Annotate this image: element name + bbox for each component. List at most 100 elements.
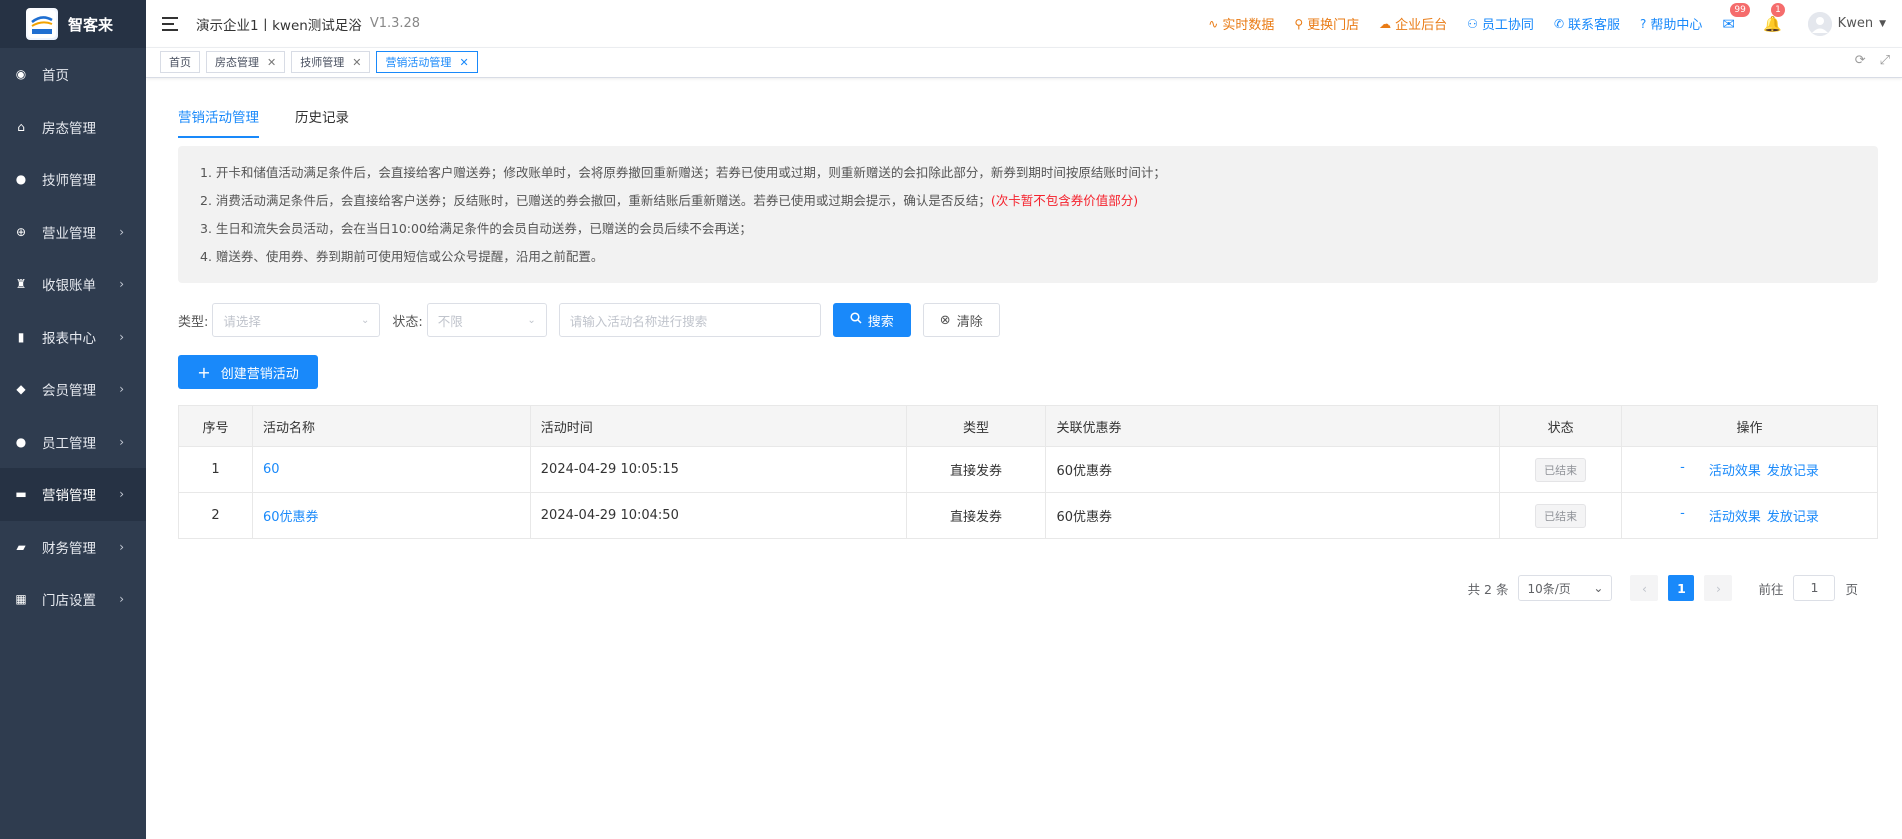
- notice-line-1: 1. 开卡和储值活动满足条件后，会直接给客户赠送券；修改账单时，会将原券撤回重新…: [200, 165, 1166, 180]
- money-bag-icon: ♜: [15, 277, 27, 292]
- cell-coupon: 60优惠券: [1045, 492, 1501, 539]
- goto-page-input[interactable]: 1: [1793, 575, 1836, 601]
- view-tab-2[interactable]: 技师管理 ✕: [291, 51, 371, 73]
- brand[interactable]: 智客来: [0, 0, 146, 48]
- sidebar-item-7[interactable]: ● 员工管理 ›: [0, 416, 146, 469]
- table-row: 1 60 2024-04-29 10:05:15 直接发券 60优惠券 已结束 - 活动效果发…: [178, 446, 1878, 493]
- plus-circle-icon: ⊕: [15, 224, 27, 239]
- tab-marketing-activities[interactable]: 营销活动管理: [178, 106, 259, 138]
- caret-down-icon: ▼: [1879, 18, 1886, 29]
- close-icon[interactable]: ✕: [459, 56, 468, 69]
- sidebar-item-label: 收银账单: [42, 278, 96, 295]
- header-link-3[interactable]: ⚇ 员工协同: [1467, 14, 1534, 34]
- user-icon: ●: [15, 172, 27, 187]
- table-header-row: 序号 活动名称 活动时间 类型 关联优惠券 状态 操作: [178, 405, 1878, 447]
- chevron-right-icon: ›: [119, 487, 124, 502]
- activity-name-link[interactable]: 60: [263, 462, 280, 477]
- bell-badge: 1: [1770, 2, 1785, 17]
- sidebar-item-label: 营业管理: [42, 225, 96, 242]
- search-button[interactable]: 搜索: [832, 303, 911, 337]
- sidebar-item-label: 员工管理: [42, 435, 96, 452]
- col-time: 活动时间: [529, 405, 907, 447]
- cloud-icon: ☁: [1379, 16, 1392, 31]
- sidebar-item-8[interactable]: ▬ 营销管理 ›: [0, 468, 146, 521]
- prev-page-button[interactable]: ‹: [1630, 575, 1659, 601]
- user-icon: ●: [15, 434, 27, 449]
- view-tab-3[interactable]: 营销活动管理 ✕: [376, 51, 478, 73]
- header-link-4[interactable]: ✆ 联系客服: [1554, 14, 1620, 34]
- search-input[interactable]: 请输入活动名称进行搜索: [558, 303, 821, 337]
- cell-type: 直接发券: [905, 492, 1047, 539]
- user-name: Kwen: [1837, 16, 1874, 31]
- sidebar-item-1[interactable]: ⌂ 房态管理: [0, 101, 146, 154]
- sidebar-item-6[interactable]: ◆ 会员管理 ›: [0, 363, 146, 416]
- wallet-icon: ▰: [16, 539, 26, 554]
- col-actions: 操作: [1621, 405, 1878, 447]
- view-tab-0[interactable]: 首页: [160, 51, 200, 73]
- close-icon[interactable]: ✕: [352, 56, 361, 69]
- next-page-button[interactable]: ›: [1704, 575, 1733, 601]
- header-link-2[interactable]: ☁ 企业后台: [1379, 14, 1447, 34]
- sidebar-item-5[interactable]: ▮ 报表中心 ›: [0, 311, 146, 364]
- plus-icon: +: [197, 362, 211, 382]
- tab-history[interactable]: 历史记录: [295, 106, 349, 138]
- brand-logo-icon: [28, 10, 56, 38]
- users-icon: ⚇: [1467, 16, 1478, 31]
- fullscreen-icon[interactable]: ⤢: [1880, 53, 1890, 68]
- company-name: 演示企业1丨kwen测试足浴: [196, 17, 362, 34]
- header-link-5[interactable]: ? 帮助中心: [1640, 14, 1702, 34]
- page-size-select[interactable]: 10条/页 ⌄: [1518, 575, 1613, 601]
- refresh-icon[interactable]: ⟳: [1855, 53, 1866, 68]
- chevron-right-icon: ›: [119, 434, 124, 449]
- activity-effect-link[interactable]: 活动效果: [1709, 506, 1761, 525]
- total-count: 共 2 条: [1467, 581, 1509, 597]
- user-menu[interactable]: Kwen ▼: [1807, 11, 1886, 36]
- sidebar-item-0[interactable]: ◉ 首页: [0, 48, 146, 101]
- sidebar-item-3[interactable]: ⊕ 营业管理 ›: [0, 206, 146, 259]
- header-link-0[interactable]: ∿ 实时数据: [1208, 14, 1274, 34]
- page-number-active[interactable]: 1: [1668, 575, 1695, 601]
- header-link-1[interactable]: ⚲ 更换门店: [1294, 14, 1359, 34]
- close-icon[interactable]: ✕: [267, 56, 276, 69]
- notice-line-4: 4. 赠送券、使用券、券到期前可使用短信或公众号提醒，沿用之前配置。: [200, 249, 604, 264]
- chevron-right-icon: ›: [119, 382, 124, 397]
- status-label: 状态:: [392, 314, 423, 330]
- status-badge: 已结束: [1535, 503, 1587, 528]
- cell-coupon: 60优惠券: [1045, 446, 1501, 493]
- subtabs: 营销活动管理 历史记录: [178, 106, 1878, 138]
- cell-time: 2024-04-29 10:04:50: [529, 492, 907, 539]
- goto-suffix: 页: [1845, 581, 1858, 597]
- sidebar-item-2[interactable]: ● 技师管理: [0, 153, 146, 206]
- activity-name-link[interactable]: 60优惠券: [263, 510, 319, 525]
- status-badge: 已结束: [1535, 457, 1587, 482]
- sidebar-item-9[interactable]: ▰ 财务管理 ›: [0, 521, 146, 574]
- status-select[interactable]: 不限 ⌄: [426, 303, 547, 337]
- cell-index: 1: [178, 446, 253, 493]
- chevron-right-icon: ›: [119, 224, 124, 239]
- chevron-down-icon: ⌄: [1593, 581, 1604, 595]
- view-tab-1[interactable]: 房态管理 ✕: [206, 51, 286, 73]
- sidebar-item-4[interactable]: ♜ 收银账单 ›: [0, 258, 146, 311]
- sidebar-item-10[interactable]: ▦ 门店设置 ›: [0, 573, 146, 626]
- app-root: 智客来 ◉ 首页 ⌂ 房态管理 ● 技师管理 ⊕ 营业管理 › ♜ 收银账单 › ▮ 报表中心 › ◆ 会员管理…: [0, 0, 1902, 839]
- activity-effect-link[interactable]: 活动效果: [1709, 460, 1761, 479]
- menu-toggle-icon[interactable]: [162, 16, 178, 31]
- cell-time: 2024-04-29 10:05:15: [529, 446, 907, 493]
- sidebar-item-label: 财务管理: [42, 540, 96, 557]
- view-tabs-bar: 首页 房态管理 ✕ 技师管理 ✕ 营销活动管理 ✕ ⟳ ⤢: [146, 48, 1902, 78]
- issue-record-link[interactable]: 发放记录: [1767, 506, 1819, 525]
- mail-icon[interactable]: ✉ 99: [1722, 2, 1750, 33]
- type-select[interactable]: 请选择 ⌄: [212, 303, 381, 337]
- chevron-right-icon: ›: [119, 539, 124, 554]
- issue-record-link[interactable]: 发放记录: [1767, 460, 1819, 479]
- col-index: 序号: [178, 405, 253, 447]
- clear-circle-icon: ⊗: [939, 312, 951, 328]
- create-activity-button[interactable]: + 创建营销活动: [178, 355, 318, 389]
- diamond-icon: ◆: [16, 382, 26, 397]
- bell-icon[interactable]: 🔔 1: [1763, 2, 1785, 33]
- sidebar-item-label: 门店设置: [42, 593, 96, 610]
- sidebar-item-label: 房态管理: [42, 120, 96, 137]
- clear-button[interactable]: ⊗ 清除: [922, 303, 1000, 337]
- page-content: 营销活动管理 历史记录 1. 开卡和储值活动满足条件后，会直接给客户赠送券；修改…: [146, 78, 1902, 601]
- chevron-right-icon: ›: [119, 329, 124, 344]
